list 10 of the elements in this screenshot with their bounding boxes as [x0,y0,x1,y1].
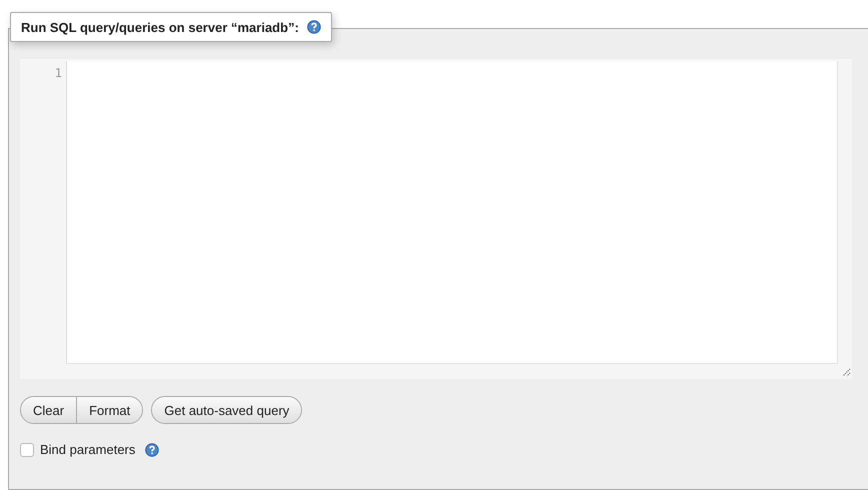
help-icon[interactable] [306,20,321,34]
checkbox[interactable] [20,442,34,456]
resize-grip-icon[interactable] [842,368,851,377]
line-number: 1 [54,66,62,80]
legend-title: Run SQL query/queries on server “mariadb”: [21,20,299,34]
option-label: Bind parameters [40,442,136,457]
toolbar-button[interactable]: Format [76,397,142,423]
toolbar-button[interactable]: Get auto-saved query [152,397,302,423]
toolbar-button[interactable]: Clear [21,397,76,423]
help-icon[interactable] [145,442,160,456]
